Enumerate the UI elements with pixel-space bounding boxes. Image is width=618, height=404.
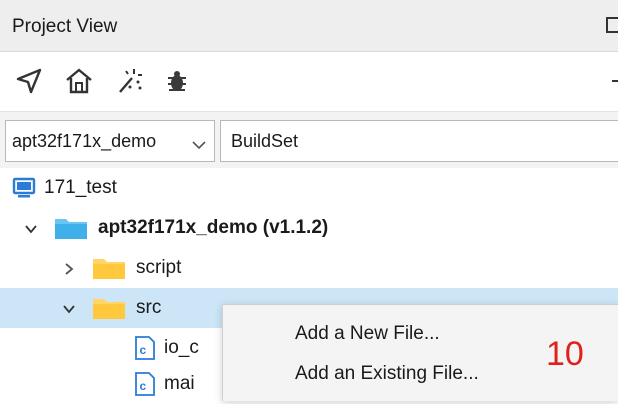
folder-icon	[92, 296, 126, 325]
svg-text:c: c	[140, 343, 147, 357]
workspace-icon	[12, 176, 36, 205]
project-label: apt32f171x_demo (v1.1.2)	[98, 217, 329, 238]
step-annotation: 10	[546, 335, 584, 373]
chevron-down-icon[interactable]	[192, 137, 206, 150]
locate-icon[interactable]	[14, 66, 44, 96]
c-file-icon: c	[134, 372, 156, 401]
file-label: io_c	[164, 337, 199, 358]
project-view-header: Project View	[0, 0, 618, 52]
magic-wand-icon[interactable]	[114, 66, 144, 96]
folder-icon	[92, 256, 126, 285]
menu-item-add-new-file[interactable]: Add a New File...	[295, 323, 440, 345]
buildset-field[interactable]: BuildSet	[220, 120, 618, 162]
panel-title: Project View	[12, 16, 118, 37]
config-bar: apt32f171x_demo BuildSet	[0, 111, 618, 168]
project-select[interactable]: apt32f171x_demo	[5, 120, 215, 162]
tree-item-workspace[interactable]: 171_test	[0, 168, 618, 208]
menu-item-add-existing-file[interactable]: Add an Existing File...	[295, 363, 479, 385]
file-label: mai	[164, 373, 195, 394]
toolbar	[0, 53, 618, 111]
buildset-label: BuildSet	[231, 131, 299, 151]
folder-label: script	[136, 257, 182, 278]
svg-text:c: c	[140, 379, 147, 393]
c-file-icon: c	[134, 336, 156, 365]
chevron-down-icon[interactable]	[24, 222, 38, 236]
tree-item-project[interactable]: apt32f171x_demo (v1.1.2)	[0, 208, 618, 248]
folder-label: src	[136, 297, 162, 318]
home-icon[interactable]	[64, 66, 94, 96]
workspace-label: 171_test	[44, 177, 117, 198]
project-select-value: apt32f171x_demo	[12, 131, 157, 151]
tree-item-script[interactable]: script	[0, 248, 618, 288]
project-folder-icon	[54, 216, 88, 245]
bug-icon[interactable]	[162, 66, 192, 96]
chevron-right-icon[interactable]	[62, 262, 76, 276]
float-window-icon[interactable]	[606, 14, 618, 42]
chevron-down-icon[interactable]	[62, 302, 76, 316]
toolbar-overflow-icon[interactable]	[608, 73, 618, 89]
